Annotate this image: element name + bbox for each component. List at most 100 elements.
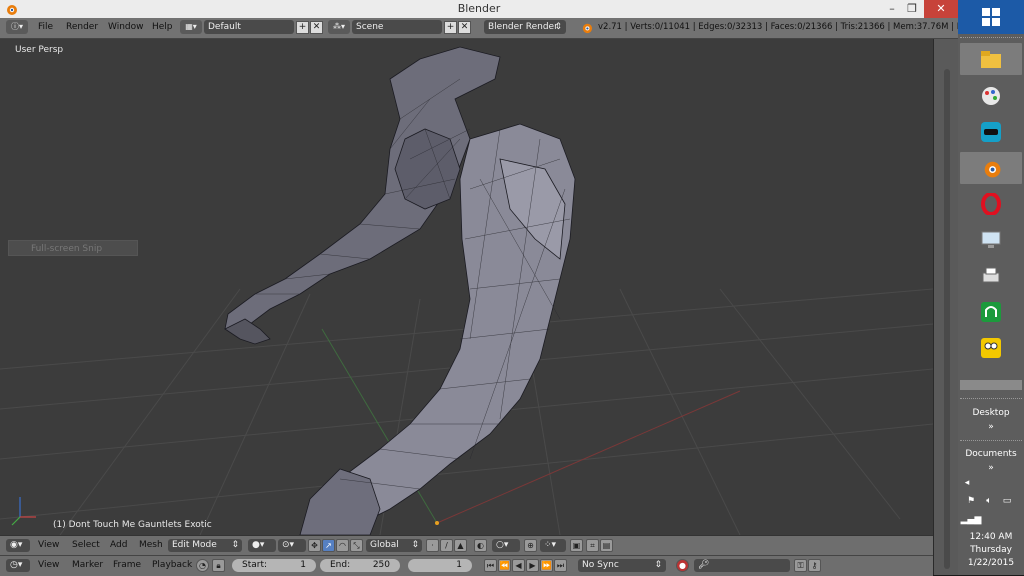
show-hidden-icons-icon[interactable]: ◂ — [934, 478, 1000, 488]
current-frame-field[interactable]: 1 — [408, 559, 472, 572]
mode-label: Edit Mode — [172, 540, 217, 550]
media-app-taskbar-item[interactable] — [960, 332, 1022, 364]
layout-selector[interactable]: Default — [204, 20, 294, 34]
chevron-down-icon[interactable]: » — [958, 422, 1024, 432]
clock-day[interactable]: Thursday — [958, 545, 1024, 555]
snap-element-selector[interactable]: ⁘▾ — [540, 539, 566, 552]
editor-type-icon[interactable]: ⓘ▾ — [6, 20, 28, 34]
render-preview-icon[interactable]: ⌗ — [586, 539, 599, 552]
end-frame-field[interactable]: End: 250 — [320, 559, 400, 572]
add-layout-icon[interactable]: + — [296, 21, 309, 34]
info-header: ⓘ▾ File Render Window Help ▦▾ Default + … — [0, 18, 958, 39]
snip-tooltip: Full-screen Snip — [8, 240, 138, 256]
taskbar-scrollbar[interactable] — [960, 380, 1022, 390]
delete-scene-icon[interactable]: ✕ — [458, 21, 471, 34]
current-frame-value: 1 — [456, 560, 462, 570]
menu-render[interactable]: Render — [66, 22, 98, 32]
manipulator-toggle-icon[interactable]: ✥ — [308, 539, 321, 552]
windows-taskbar: Desktop » Documents » ◂ ⚑ 🔈︎ ▭ ▂▄▆ 12:40… — [958, 0, 1024, 575]
properties-region[interactable] — [933, 39, 959, 575]
render-engine-selector[interactable]: Blender Render ⇕ — [484, 20, 566, 34]
signal-icon[interactable]: ▂▄▆ — [938, 515, 1004, 525]
menu-view[interactable]: View — [38, 540, 59, 550]
menu-window[interactable]: Window — [108, 22, 144, 32]
mesh-left-arm — [224, 46, 501, 345]
opera-taskbar-item[interactable] — [960, 188, 1022, 220]
menu-help[interactable]: Help — [152, 22, 173, 32]
screen-layout-icon[interactable]: ▦▾ — [180, 20, 202, 34]
scrollbar[interactable] — [944, 69, 950, 569]
close-button[interactable]: ✕ — [924, 0, 958, 18]
paint-icon — [982, 87, 1000, 105]
add-scene-icon[interactable]: + — [444, 21, 457, 34]
viewport-canvas[interactable] — [0, 39, 933, 535]
menu-frame[interactable]: Frame — [113, 560, 141, 570]
sync-label: No Sync — [582, 560, 619, 570]
scene-icon[interactable]: ⁂▾ — [328, 20, 350, 34]
lock-range-icon[interactable]: 🔒︎ — [212, 559, 225, 572]
menu-select[interactable]: Select — [72, 540, 100, 550]
menu-playback[interactable]: Playback — [152, 560, 192, 570]
dropdown-arrow-icon: ⇕ — [654, 560, 662, 570]
3d-view-header: ◉▾ View Select Add Mesh Edit Mode ⇕ ●▾ ⊙▾… — [0, 535, 933, 556]
end-value: 250 — [372, 560, 390, 570]
start-value: 1 — [300, 560, 306, 570]
menu-marker[interactable]: Marker — [72, 560, 103, 570]
3d-viewport[interactable]: User Persp Full-screen Snip (1) Dont Tou… — [0, 39, 933, 535]
jump-keyframe-forward-icon[interactable]: ⏩ — [540, 559, 553, 572]
delete-keyframe-icon[interactable]: ⚷ — [808, 559, 821, 572]
menu-file[interactable]: File — [38, 22, 53, 32]
menu-mesh[interactable]: Mesh — [139, 540, 163, 550]
record-icon[interactable]: ● — [676, 559, 689, 572]
start-button[interactable] — [958, 0, 1024, 34]
preview-range-icon[interactable]: ◔ — [196, 559, 209, 572]
sync-mode-selector[interactable]: No Sync ⇕ — [578, 559, 666, 572]
timeline-header: ◷▾ View Marker Frame Playback ◔ 🔒︎ Start… — [0, 555, 933, 576]
rotate-manipulator-icon[interactable]: ◠ — [336, 539, 349, 552]
play-icon[interactable]: ▶ — [526, 559, 539, 572]
scale-manipulator-icon[interactable]: ⤡ — [350, 539, 363, 552]
menu-add[interactable]: Add — [110, 540, 127, 550]
edge-select-icon[interactable]: / — [440, 539, 453, 552]
scene-selector[interactable]: Scene — [352, 20, 442, 34]
green-app-taskbar-item[interactable] — [960, 296, 1022, 328]
opengl-render-icon[interactable]: ▤ — [600, 539, 613, 552]
editor-type-icon[interactable]: ◉▾ — [6, 539, 30, 552]
file-explorer-taskbar-item[interactable] — [960, 43, 1022, 75]
start-frame-field[interactable]: Start: 1 — [232, 559, 316, 572]
play-reverse-icon[interactable]: ◀ — [512, 559, 525, 572]
documents-toolbar[interactable]: Documents — [958, 449, 1024, 459]
paint-taskbar-item[interactable] — [960, 80, 1022, 112]
blender-taskbar-item[interactable] — [960, 152, 1022, 184]
translate-manipulator-icon[interactable]: ↗ — [322, 539, 335, 552]
jump-end-icon[interactable]: ⏭ — [554, 559, 567, 572]
restore-button[interactable]: ❐ — [900, 0, 924, 18]
layer-icon[interactable]: ▣ — [570, 539, 583, 552]
proportional-edit-selector[interactable]: ○▾ — [492, 539, 520, 552]
menu-view[interactable]: View — [38, 560, 59, 570]
windows-logo-icon — [982, 8, 1000, 26]
face-select-icon[interactable]: ▲ — [454, 539, 467, 552]
network-icon[interactable]: ▭ — [974, 496, 1024, 506]
pivot-selector[interactable]: ⊙▾ — [278, 539, 306, 552]
jump-start-icon[interactable]: ⏮ — [484, 559, 497, 572]
viewport-shading-selector[interactable]: ●▾ — [248, 539, 276, 552]
insert-keyframe-icon[interactable]: ⚿ — [794, 559, 807, 572]
limit-selection-icon[interactable]: ◐ — [474, 539, 487, 552]
clock-date[interactable]: 1/22/2015 — [958, 558, 1024, 568]
orientation-selector[interactable]: Global ⇕ — [366, 539, 422, 552]
desktop-toolbar[interactable]: Desktop — [958, 408, 1024, 418]
snap-toggle-icon[interactable]: ⊕ — [524, 539, 537, 552]
clock-time[interactable]: 12:40 AM — [958, 532, 1024, 542]
mode-selector[interactable]: Edit Mode ⇕ — [168, 539, 242, 552]
ninja-app-taskbar-item[interactable] — [960, 116, 1022, 148]
editor-type-icon[interactable]: ◷▾ — [6, 559, 30, 572]
vertex-select-icon[interactable]: · — [426, 539, 439, 552]
delete-layout-icon[interactable]: ✕ — [310, 21, 323, 34]
jump-keyframe-back-icon[interactable]: ⏪ — [498, 559, 511, 572]
remote-desktop-taskbar-item[interactable] — [960, 224, 1022, 256]
chevron-down-icon[interactable]: » — [958, 463, 1024, 473]
3d-cursor-icon — [435, 521, 439, 525]
keying-set-field[interactable]: 🔑︎ — [694, 559, 790, 572]
printer-taskbar-item[interactable] — [960, 260, 1022, 292]
